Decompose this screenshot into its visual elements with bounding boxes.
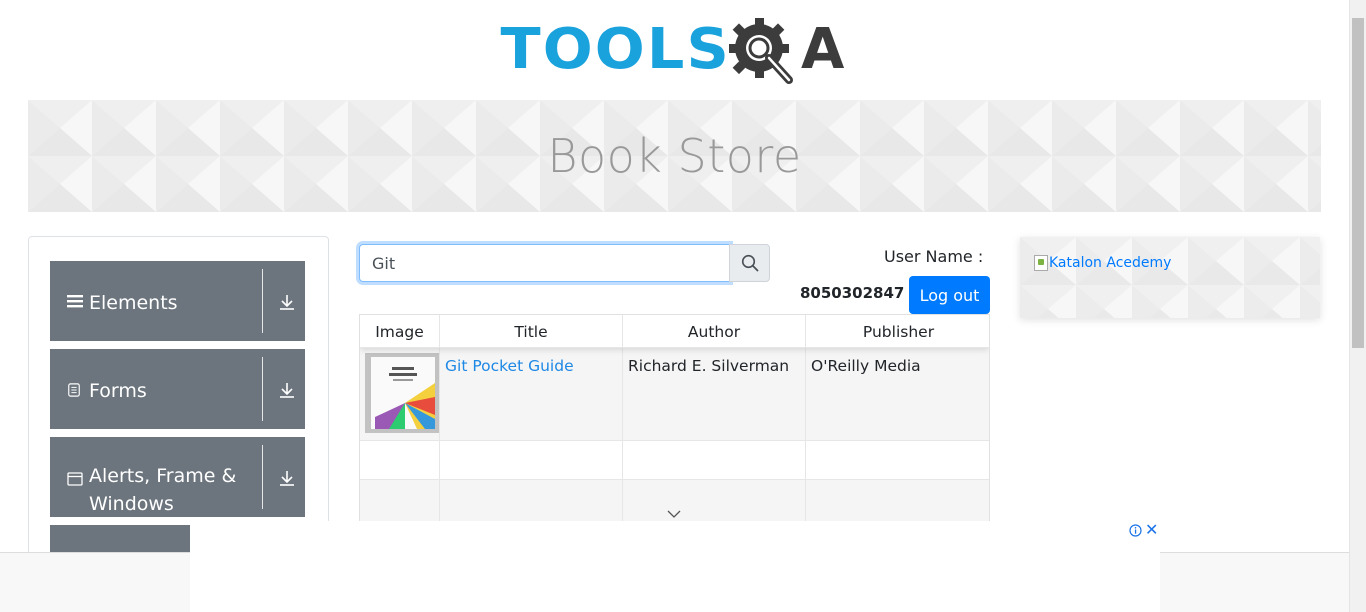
empty-cell xyxy=(806,480,989,523)
broken-image-icon xyxy=(1034,255,1048,271)
logo-text: TOOLS xyxy=(500,17,731,82)
title-cell: Git Pocket Guide xyxy=(440,348,623,440)
ad-image-alt: Katalon Acedemy xyxy=(1049,255,1172,271)
sidebar-group-alerts[interactable]: Alerts, Frame & Windows xyxy=(50,437,305,517)
scrollbar[interactable] xyxy=(1349,0,1366,612)
empty-cell xyxy=(806,441,989,479)
download-icon[interactable] xyxy=(278,381,296,399)
ad-pattern xyxy=(1020,237,1320,318)
book-cover-image xyxy=(365,353,439,433)
chevron-down-icon[interactable] xyxy=(667,509,681,519)
sidebar-group-label: Forms xyxy=(89,380,147,402)
ad-card[interactable]: Katalon Acedemy xyxy=(1020,237,1320,318)
column-header-publisher[interactable]: Publisher xyxy=(806,315,989,348)
document-icon xyxy=(68,383,80,397)
column-header-image[interactable]: Image xyxy=(360,315,440,348)
empty-cell xyxy=(440,480,623,523)
page-title: Book Store xyxy=(547,129,802,183)
image-cell xyxy=(360,348,440,440)
book-title-link[interactable]: Git Pocket Guide xyxy=(445,357,574,375)
sidebar-group-label: Elements xyxy=(89,292,178,314)
menu-lines-icon xyxy=(67,295,83,308)
empty-cell xyxy=(623,480,806,523)
empty-cell xyxy=(360,441,440,479)
author-cell: Richard E. Silverman xyxy=(623,348,806,440)
empty-cell xyxy=(623,441,806,479)
search-button[interactable] xyxy=(729,244,770,282)
search-icon xyxy=(741,254,758,272)
divider xyxy=(262,269,263,333)
books-table: Image Title Author Publisher Git Pocket … xyxy=(359,314,990,524)
sidebar-group-elements[interactable]: Elements xyxy=(50,261,305,341)
user-name-value: 8050302847 xyxy=(800,284,905,302)
bottom-ad-banner[interactable] xyxy=(190,521,1160,612)
user-name-label: User Name : xyxy=(884,247,984,266)
divider xyxy=(262,357,263,421)
close-icon[interactable]: ✕ xyxy=(1145,520,1158,540)
gear-magnifier-icon xyxy=(729,18,794,84)
divider xyxy=(262,445,263,509)
logout-button[interactable]: Log out xyxy=(909,276,990,314)
column-header-author[interactable]: Author xyxy=(623,315,806,348)
sidebar-group-label: Alerts, Frame & Windows xyxy=(89,465,237,515)
empty-cell xyxy=(360,480,440,523)
window-icon xyxy=(67,472,83,486)
search-input[interactable] xyxy=(360,245,729,281)
search-field[interactable] xyxy=(359,244,730,282)
empty-cell xyxy=(440,441,623,479)
sidebar-group-forms[interactable]: Forms xyxy=(50,349,305,429)
header: TOOLS A xyxy=(0,0,1350,100)
scrollbar-thumb[interactable] xyxy=(1352,18,1364,348)
download-icon[interactable] xyxy=(278,293,296,311)
table-row xyxy=(360,441,989,480)
publisher-cell: O'Reilly Media xyxy=(811,357,921,375)
column-header-title[interactable]: Title xyxy=(440,315,623,348)
table-row: Git Pocket Guide Richard E. Silverman O'… xyxy=(360,348,989,441)
toolsqa-logo[interactable]: TOOLS A xyxy=(500,10,845,90)
page-banner: Book Store xyxy=(28,100,1321,212)
logo-text-a: A xyxy=(801,17,845,82)
info-icon[interactable] xyxy=(1129,524,1142,537)
download-icon[interactable] xyxy=(278,469,296,487)
ad-image[interactable]: Katalon Acedemy xyxy=(1034,255,1171,271)
table-header: Image Title Author Publisher xyxy=(360,315,989,348)
